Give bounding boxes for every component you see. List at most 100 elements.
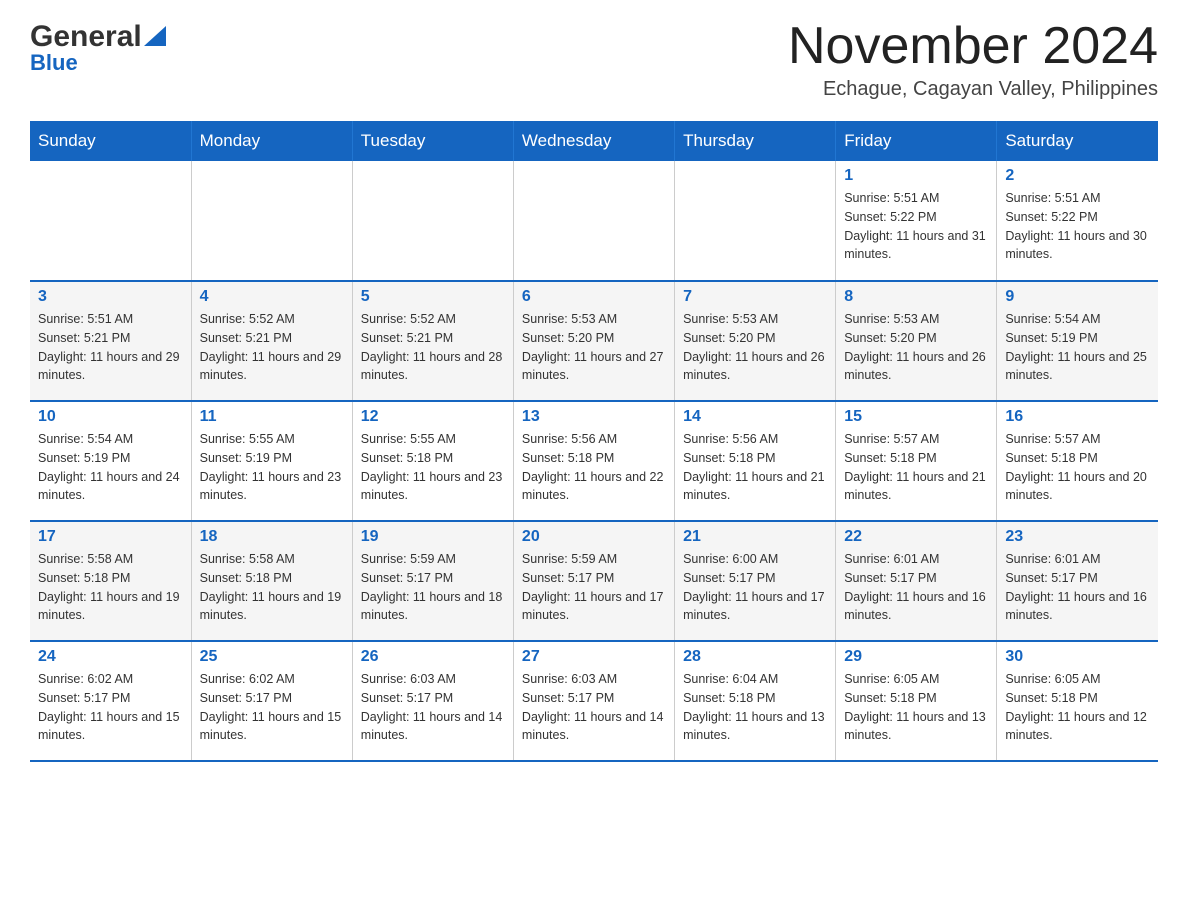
sun-info: Sunrise: 5:57 AMSunset: 5:18 PMDaylight:…	[844, 430, 988, 505]
sun-info: Sunrise: 6:03 AMSunset: 5:17 PMDaylight:…	[522, 670, 666, 745]
day-number: 7	[683, 288, 827, 306]
calendar-week-row: 1 Sunrise: 5:51 AMSunset: 5:22 PMDaylight…	[30, 161, 1158, 281]
day-number: 24	[38, 648, 183, 666]
day-number: 3	[38, 288, 183, 306]
sun-info: Sunrise: 6:03 AMSunset: 5:17 PMDaylight:…	[361, 670, 505, 745]
calendar-day-cell: 2 Sunrise: 5:51 AMSunset: 5:22 PMDaylight…	[997, 161, 1158, 281]
calendar-day-cell: 28 Sunrise: 6:04 AMSunset: 5:18 PMDayligh…	[675, 641, 836, 761]
calendar-day-cell: 16Sunrise: 5:57 AMSunset: 5:18 PMDayligh…	[997, 401, 1158, 521]
day-number: 9	[1005, 288, 1150, 306]
day-number: 13	[522, 408, 666, 426]
day-number: 18	[200, 528, 344, 546]
day-number: 25	[200, 648, 344, 666]
day-number: 16	[1005, 408, 1150, 426]
sun-info: Sunrise: 6:02 AMSunset: 5:17 PMDaylight:…	[200, 670, 344, 745]
calendar-day-cell	[513, 161, 674, 281]
day-number: 2	[1005, 167, 1150, 185]
sun-info: Sunrise: 5:54 AMSunset: 5:19 PMDaylight:…	[38, 430, 183, 505]
page-header: General Blue November 2024 Echague, Caga…	[30, 20, 1158, 101]
calendar-header-row: SundayMondayTuesdayWednesdayThursdayFrid…	[30, 121, 1158, 161]
calendar-day-cell: 8Sunrise: 5:53 AMSunset: 5:20 PMDaylight…	[836, 281, 997, 401]
calendar-day-cell: 3 Sunrise: 5:51 AMSunset: 5:21 PMDaylight…	[30, 281, 191, 401]
day-number: 22	[844, 528, 988, 546]
day-number: 19	[361, 528, 505, 546]
calendar-day-cell: 18 Sunrise: 5:58 AMSunset: 5:18 PMDayligh…	[191, 521, 352, 641]
day-number: 11	[200, 408, 344, 426]
day-number: 6	[522, 288, 666, 306]
day-number: 14	[683, 408, 827, 426]
sun-info: Sunrise: 6:04 AMSunset: 5:18 PMDaylight:…	[683, 670, 827, 745]
day-number: 12	[361, 408, 505, 426]
calendar-day-cell: 20 Sunrise: 5:59 AMSunset: 5:17 PMDayligh…	[513, 521, 674, 641]
sun-info: Sunrise: 5:51 AMSunset: 5:22 PMDaylight:…	[1005, 189, 1150, 264]
sun-info: Sunrise: 5:51 AMSunset: 5:21 PMDaylight:…	[38, 310, 183, 385]
column-header-saturday: Saturday	[997, 121, 1158, 161]
title-section: November 2024 Echague, Cagayan Valley, P…	[788, 20, 1158, 101]
calendar-day-cell: 6 Sunrise: 5:53 AMSunset: 5:20 PMDaylight…	[513, 281, 674, 401]
calendar-day-cell: 10 Sunrise: 5:54 AMSunset: 5:19 PMDayligh…	[30, 401, 191, 521]
calendar-day-cell: 21Sunrise: 6:00 AMSunset: 5:17 PMDayligh…	[675, 521, 836, 641]
calendar-day-cell: 27 Sunrise: 6:03 AMSunset: 5:17 PMDayligh…	[513, 641, 674, 761]
day-number: 10	[38, 408, 183, 426]
sun-info: Sunrise: 5:52 AMSunset: 5:21 PMDaylight:…	[200, 310, 344, 385]
day-number: 4	[200, 288, 344, 306]
calendar-day-cell: 7 Sunrise: 5:53 AMSunset: 5:20 PMDaylight…	[675, 281, 836, 401]
day-number: 30	[1005, 648, 1150, 666]
logo: General Blue	[30, 20, 166, 76]
calendar-day-cell: 1 Sunrise: 5:51 AMSunset: 5:22 PMDaylight…	[836, 161, 997, 281]
sun-info: Sunrise: 5:52 AMSunset: 5:21 PMDaylight:…	[361, 310, 505, 385]
day-number: 28	[683, 648, 827, 666]
sun-info: Sunrise: 5:55 AMSunset: 5:19 PMDaylight:…	[200, 430, 344, 505]
logo-blue-text: Blue	[30, 50, 78, 76]
calendar-day-cell: 24Sunrise: 6:02 AMSunset: 5:17 PMDayligh…	[30, 641, 191, 761]
logo-triangle-icon	[144, 26, 166, 46]
sun-info: Sunrise: 6:01 AMSunset: 5:17 PMDaylight:…	[1005, 550, 1150, 625]
sun-info: Sunrise: 6:01 AMSunset: 5:17 PMDaylight:…	[844, 550, 988, 625]
day-number: 5	[361, 288, 505, 306]
sun-info: Sunrise: 5:56 AMSunset: 5:18 PMDaylight:…	[522, 430, 666, 505]
calendar-day-cell	[675, 161, 836, 281]
calendar-day-cell: 29Sunrise: 6:05 AMSunset: 5:18 PMDayligh…	[836, 641, 997, 761]
day-number: 15	[844, 408, 988, 426]
calendar-day-cell: 23Sunrise: 6:01 AMSunset: 5:17 PMDayligh…	[997, 521, 1158, 641]
day-number: 17	[38, 528, 183, 546]
calendar-day-cell: 25 Sunrise: 6:02 AMSunset: 5:17 PMDayligh…	[191, 641, 352, 761]
day-number: 8	[844, 288, 988, 306]
day-number: 27	[522, 648, 666, 666]
sun-info: Sunrise: 5:51 AMSunset: 5:22 PMDaylight:…	[844, 189, 988, 264]
column-header-tuesday: Tuesday	[352, 121, 513, 161]
sun-info: Sunrise: 5:59 AMSunset: 5:17 PMDaylight:…	[361, 550, 505, 625]
sun-info: Sunrise: 6:05 AMSunset: 5:18 PMDaylight:…	[1005, 670, 1150, 745]
column-header-sunday: Sunday	[30, 121, 191, 161]
calendar-week-row: 10 Sunrise: 5:54 AMSunset: 5:19 PMDayligh…	[30, 401, 1158, 521]
calendar-day-cell: 14 Sunrise: 5:56 AMSunset: 5:18 PMDayligh…	[675, 401, 836, 521]
day-number: 26	[361, 648, 505, 666]
sun-info: Sunrise: 5:58 AMSunset: 5:18 PMDaylight:…	[200, 550, 344, 625]
sun-info: Sunrise: 6:00 AMSunset: 5:17 PMDaylight:…	[683, 550, 827, 625]
calendar-week-row: 24 Sunrise: 6:02 AMSunset: 5:17 PMDayligh…	[30, 641, 1158, 761]
sun-info: Sunrise: 5:53 AMSunset: 5:20 PMDaylight:…	[683, 310, 827, 385]
sun-info: Sunrise: 5:56 AMSunset: 5:18 PMDaylight:…	[683, 430, 827, 505]
calendar-day-cell: 22 Sunrise: 6:01 AMSunset: 5:17 PMDayligh…	[836, 521, 997, 641]
calendar-day-cell: 12Sunrise: 5:55 AMSunset: 5:18 PMDayligh…	[352, 401, 513, 521]
calendar-day-cell: 19 Sunrise: 5:59 AMSunset: 5:17 PMDayligh…	[352, 521, 513, 641]
day-number: 20	[522, 528, 666, 546]
calendar-day-cell	[191, 161, 352, 281]
calendar-day-cell: 15 Sunrise: 5:57 AMSunset: 5:18 PMDayligh…	[836, 401, 997, 521]
day-number: 1	[844, 167, 988, 185]
sun-info: Sunrise: 5:59 AMSunset: 5:17 PMDaylight:…	[522, 550, 666, 625]
calendar-day-cell: 11 Sunrise: 5:55 AMSunset: 5:19 PMDayligh…	[191, 401, 352, 521]
column-header-friday: Friday	[836, 121, 997, 161]
calendar-day-cell: 26 Sunrise: 6:03 AMSunset: 5:17 PMDayligh…	[352, 641, 513, 761]
calendar-day-cell	[30, 161, 191, 281]
calendar-day-cell: 17 Sunrise: 5:58 AMSunset: 5:18 PMDayligh…	[30, 521, 191, 641]
logo-general-text: General	[30, 20, 142, 54]
calendar-day-cell: 13 Sunrise: 5:56 AMSunset: 5:18 PMDayligh…	[513, 401, 674, 521]
sun-info: Sunrise: 5:54 AMSunset: 5:19 PMDaylight:…	[1005, 310, 1150, 385]
calendar-day-cell: 4 Sunrise: 5:52 AMSunset: 5:21 PMDaylight…	[191, 281, 352, 401]
calendar-week-row: 3 Sunrise: 5:51 AMSunset: 5:21 PMDaylight…	[30, 281, 1158, 401]
calendar-day-cell: 30 Sunrise: 6:05 AMSunset: 5:18 PMDayligh…	[997, 641, 1158, 761]
sun-info: Sunrise: 5:53 AMSunset: 5:20 PMDaylight:…	[522, 310, 666, 385]
calendar-week-row: 17 Sunrise: 5:58 AMSunset: 5:18 PMDayligh…	[30, 521, 1158, 641]
sun-info: Sunrise: 5:58 AMSunset: 5:18 PMDaylight:…	[38, 550, 183, 625]
